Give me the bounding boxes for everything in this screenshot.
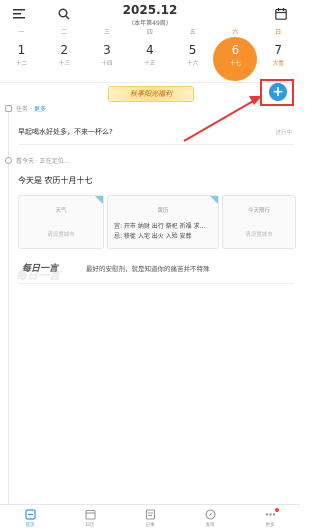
task-section-header[interactable]: 任务 · 更多: [5, 104, 46, 113]
weather-card[interactable]: 天气 请设置城市: [18, 195, 104, 249]
timeline-line: [8, 106, 9, 506]
task-icon: [5, 105, 12, 112]
day-lunar: 十七: [229, 61, 241, 67]
calendar-icon[interactable]: [270, 3, 292, 25]
day-lunar: 十二: [15, 61, 27, 67]
day-number: 6: [231, 43, 240, 57]
bottom-nav: 首页 日历 记事 发现 更多: [0, 504, 300, 530]
week-days: 1 十二 2 十三 3 十四 4 十五 5 十六 6 十七 7 大雪: [0, 37, 300, 73]
day-cell[interactable]: 7 大雪: [257, 37, 300, 73]
divider: [18, 144, 294, 145]
clock-icon: [5, 157, 12, 164]
weather-title: 天气: [55, 208, 67, 214]
today-title: 今天是 农历十月十七: [18, 176, 93, 185]
weekday-label: 日: [275, 29, 282, 36]
day-cell[interactable]: 1 十二: [0, 37, 43, 73]
almanac-yi: 宜: 开市 纳财 出行 祭祀 祈福 求...: [114, 223, 206, 230]
nav-label: 更多: [265, 523, 275, 528]
quote-badge: 每日一言: [22, 264, 59, 274]
day-lunar: 十六: [187, 61, 199, 67]
day-lunar: 十三: [58, 61, 70, 67]
nav-label: 记事: [145, 523, 155, 528]
almanac-title: 黄历: [157, 208, 169, 214]
weekday-label: 二: [61, 29, 68, 36]
corner-tag-icon: [95, 196, 103, 204]
nav-home[interactable]: 首页: [10, 508, 50, 528]
nav-label: 日历: [85, 523, 95, 528]
note-icon: [144, 508, 156, 520]
day-cell[interactable]: 5 十六: [171, 37, 214, 73]
add-button[interactable]: +: [269, 83, 287, 101]
weekday-label: 一: [18, 29, 25, 36]
day-number: 3: [103, 43, 111, 57]
notification-dot: [275, 508, 279, 512]
day-cell[interactable]: 4 十五: [128, 37, 171, 73]
compass-icon: [204, 508, 216, 520]
corner-tag-icon: [210, 196, 218, 204]
nav-label: 发现: [205, 523, 215, 528]
calendar-icon: [84, 508, 96, 520]
day-cell[interactable]: 3 十四: [86, 37, 129, 73]
info-cards: 天气 请设置城市 黄历 宜: 开市 纳财 出行 祭祀 祈福 求... 忌: 移徙…: [18, 195, 296, 249]
traffic-body: 请设置城市: [245, 232, 273, 238]
task-more-link[interactable]: · 更多: [30, 104, 46, 113]
weekday-row: 一 二 三 四 五 六 日: [0, 27, 300, 37]
task-status: 进行中: [275, 130, 292, 136]
top-bar: 2025.12 (本年第49周): [0, 0, 300, 28]
quote-text[interactable]: 最好的安慰剂，就是知道你的痛苦并不特殊: [86, 263, 210, 273]
nav-discover[interactable]: 发现: [190, 508, 230, 528]
divider: [18, 283, 294, 284]
day-lunar: 十四: [101, 61, 113, 67]
day-number: 4: [145, 43, 154, 57]
day-number: 5: [188, 43, 197, 57]
day-lunar: 大雪: [272, 61, 284, 67]
weekday-label: 四: [146, 29, 153, 36]
weekday-label: 五: [189, 29, 196, 36]
day-cell[interactable]: 2 十三: [43, 37, 86, 73]
month-title[interactable]: 2025.12: [0, 3, 300, 17]
divider: [0, 82, 300, 83]
weather-body: 请设置城市: [47, 232, 75, 238]
day-number: 1: [17, 43, 26, 57]
nav-notes[interactable]: 记事: [130, 508, 170, 528]
home-icon: [24, 508, 36, 520]
task-item-text[interactable]: 早起喝水好处多，不来一杯么?: [18, 127, 113, 137]
promo-banner[interactable]: 秋季阳光福利: [108, 86, 194, 102]
day-lunar: 十五: [144, 61, 156, 67]
day-number: 7: [274, 43, 283, 57]
nav-more[interactable]: 更多: [250, 508, 290, 528]
almanac-ji: 忌: 移徙 入宅 出火 入殓 安葬: [114, 233, 192, 240]
week-subtitle: (本年第49周): [131, 20, 169, 27]
day-cell-today[interactable]: 6 十七: [214, 37, 257, 73]
almanac-card[interactable]: 黄历 宜: 开市 纳财 出行 祭祀 祈福 求... 忌: 移徙 入宅 出火 入殓…: [107, 195, 219, 249]
today-header-label: 看今天 · 正在定位...: [16, 158, 70, 165]
weekday-label: 六: [232, 29, 239, 36]
today-section-header: 看今天 · 正在定位...: [5, 156, 69, 165]
nav-calendar[interactable]: 日历: [70, 508, 110, 528]
traffic-title: 今天限行: [247, 208, 270, 214]
day-number: 2: [60, 43, 69, 57]
nav-label: 首页: [25, 523, 35, 528]
traffic-card[interactable]: 今天限行 请设置城市: [222, 195, 296, 249]
weekday-label: 三: [103, 29, 110, 36]
task-label: 任务: [16, 106, 29, 113]
